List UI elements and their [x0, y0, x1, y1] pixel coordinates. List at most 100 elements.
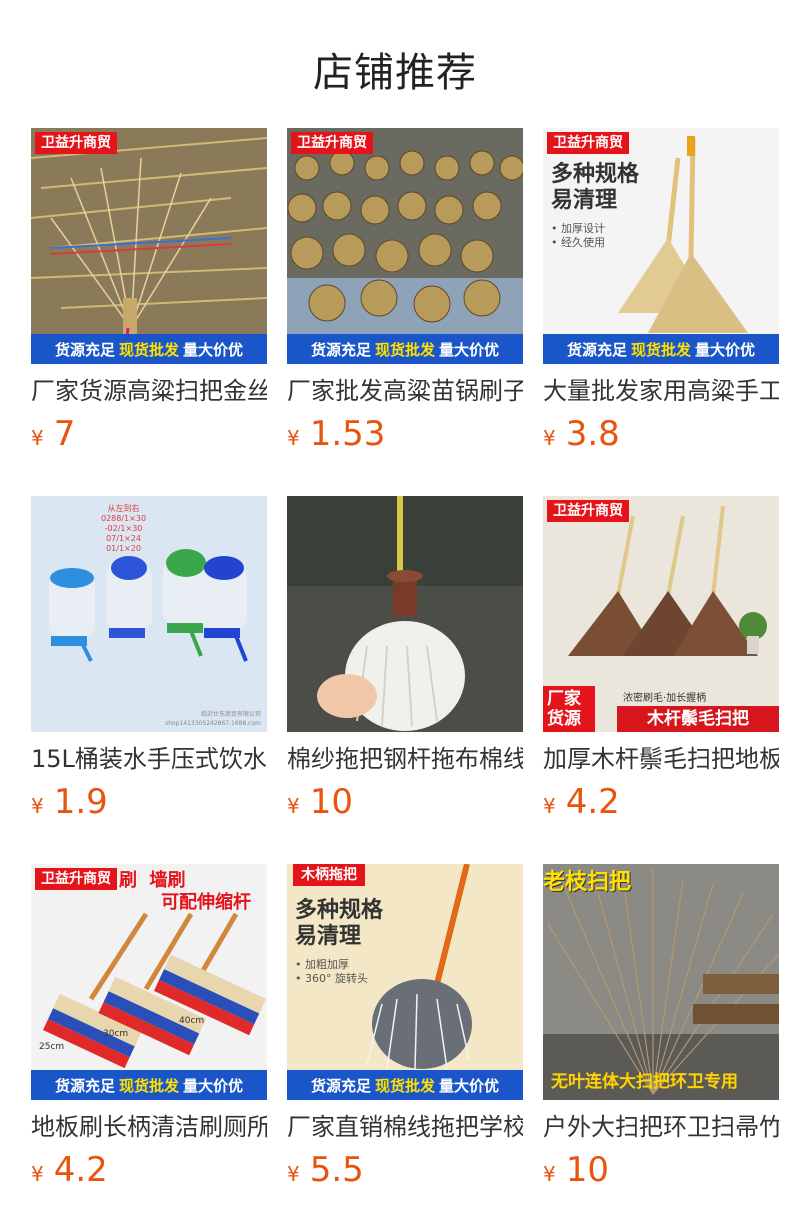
product-title[interactable]: 加厚木杆鬃毛扫把地板	[543, 742, 779, 776]
promo-text: 量大价优	[439, 1076, 500, 1095]
overlay-bullet: • 经久使用	[551, 236, 605, 249]
price-value: 10	[309, 782, 353, 822]
price-value: 4.2	[53, 1150, 108, 1190]
promo-highlight: 现货批发	[374, 340, 435, 359]
header: 店铺推荐	[0, 0, 790, 128]
overlay-headline: 多种规格 易清理	[295, 898, 384, 949]
promo-text: 量大价优	[439, 340, 500, 359]
product-price: ¥ 1.9	[31, 782, 267, 822]
product-image[interactable]: 卫益升商贸 厂家 货源 浓密刷毛·加长握柄 木杆鬃毛扫把	[543, 496, 779, 732]
overlay-caption: 无叶连体大扫把环卫专用	[551, 1072, 738, 1092]
product-title[interactable]: 厂家直销棉线拖把学校	[287, 1110, 523, 1144]
currency-symbol: ¥	[31, 1162, 44, 1186]
product-card[interactable]: 卫益升商贸 厂家 货源 浓密刷毛·加长握柄 木杆鬃毛扫把 加厚木杆鬃毛扫把地板 …	[543, 496, 779, 822]
promo-text: 货源充足	[54, 1076, 115, 1095]
promo-banner: 货源充足 现货批发 量大价优	[543, 334, 779, 364]
product-card[interactable]: 卫益升商贸 刷 墙刷 可配伸缩杆 25cm 30cm 40cm 货源充足 现货批…	[31, 864, 267, 1190]
product-title[interactable]: 厂家货源高粱扫把金丝	[31, 374, 267, 408]
overlay-subtitle: 浓密刷毛·加长握柄	[623, 693, 707, 704]
product-title[interactable]: 厂家批发高粱苗锅刷子	[287, 374, 523, 408]
promo-text: 量大价优	[183, 1076, 244, 1095]
overlay-watermark: 临沂仕东商贸有限公司 shop1413305242867.1688.com	[165, 711, 261, 727]
promo-highlight: 现货批发	[630, 340, 691, 359]
product-price: ¥ 10	[543, 1150, 779, 1190]
product-card[interactable]: 卫益升商贸 货源充足 现货批发 量大价优 厂家批发高粱苗锅刷子 ¥ 1.53	[287, 128, 523, 454]
promo-banner: 货源充足 现货批发 量大价优	[31, 334, 267, 364]
promo-banner: 货源充足 现货批发 量大价优	[31, 1070, 267, 1100]
overlay-model-note: 从左到右 0288/1×30 -02/1×30 07/1×24 01/1×20	[101, 504, 147, 553]
twig-broom-image	[543, 864, 779, 1100]
promo-highlight: 现货批发	[118, 1076, 179, 1095]
product-image[interactable]: 卫益升商贸 货源充足 现货批发 量大价优	[287, 128, 523, 364]
product-price: ¥ 10	[287, 782, 523, 822]
shop-badge: 卫益升商贸	[35, 868, 117, 890]
promo-highlight: 现货批发	[374, 1076, 435, 1095]
currency-symbol: ¥	[287, 794, 300, 818]
promo-banner: 货源充足 现货批发 量大价优	[287, 334, 523, 364]
currency-symbol: ¥	[543, 794, 556, 818]
product-title[interactable]: 地板刷长柄清洁刷厕所	[31, 1110, 267, 1144]
water-pump-image	[31, 496, 267, 732]
product-card[interactable]: 木柄拖把 多种规格 易清理 • 加粗加厚 • 360° 旋转头 货源充足 现货批…	[287, 864, 523, 1190]
product-price: ¥ 7	[31, 414, 267, 454]
price-value: 3.8	[565, 414, 620, 454]
promo-highlight: 现货批发	[118, 340, 179, 359]
overlay-subtitle: 可配伸缩杆	[161, 892, 251, 913]
broom-bundle-image	[31, 128, 267, 364]
shop-badge: 卫益升商贸	[547, 500, 629, 522]
product-price: ¥ 4.2	[31, 1150, 267, 1190]
currency-symbol: ¥	[543, 1162, 556, 1186]
price-value: 5.5	[309, 1150, 364, 1190]
product-price: ¥ 4.2	[543, 782, 779, 822]
cotton-mop-image	[287, 496, 523, 732]
brush-bundles-image	[287, 128, 523, 364]
page-title: 店铺推荐	[313, 50, 477, 96]
product-image[interactable]: 卫益升商贸 刷 墙刷 可配伸缩杆 25cm 30cm 40cm 货源充足 现货批…	[31, 864, 267, 1100]
product-title[interactable]: 大量批发家用高粱手工	[543, 374, 779, 408]
price-value: 1.9	[53, 782, 108, 822]
promo-text: 货源充足	[310, 340, 371, 359]
product-card[interactable]: 从左到右 0288/1×30 -02/1×30 07/1×24 01/1×20 …	[31, 496, 267, 822]
promo-text: 量大价优	[183, 340, 244, 359]
product-title[interactable]: 15L桶装水手压式饮水器	[31, 742, 267, 776]
shop-badge: 卫益升商贸	[547, 132, 629, 154]
overlay-product-name: 木杆鬃毛扫把	[617, 706, 779, 732]
price-value: 7	[53, 414, 76, 454]
promo-text: 量大价优	[695, 340, 756, 359]
product-price: ¥ 3.8	[543, 414, 779, 454]
price-value: 1.53	[309, 414, 386, 454]
product-title[interactable]: 棉纱拖把钢杆拖布棉线	[287, 742, 523, 776]
product-image[interactable]	[287, 496, 523, 732]
product-title[interactable]: 户外大扫把环卫扫帚竹	[543, 1110, 779, 1144]
old-branch-label: 老枝扫把	[543, 870, 632, 895]
product-card[interactable]: 卫益升商贸 货源充足 现货批发 量大价优 厂家货源高粱扫把金丝 ¥ 7	[31, 128, 267, 454]
promo-text: 货源充足	[54, 340, 115, 359]
product-card[interactable]: 卫益升商贸 多种规格 易清理 • 加厚设计 • 经久使用 货源充足 现货批发 量…	[543, 128, 779, 454]
wood-mop-badge: 木柄拖把	[293, 864, 365, 886]
currency-symbol: ¥	[543, 426, 556, 450]
overlay-bullet: • 360° 旋转头	[295, 972, 368, 985]
currency-symbol: ¥	[31, 426, 44, 450]
product-image[interactable]: 卫益升商贸 货源充足 现货批发 量大价优	[31, 128, 267, 364]
promo-text: 货源充足	[310, 1076, 371, 1095]
overlay-headline: 多种规格 易清理	[551, 162, 640, 213]
shop-badge: 卫益升商贸	[35, 132, 117, 154]
currency-symbol: ¥	[287, 426, 300, 450]
product-card[interactable]: 棉纱拖把钢杆拖布棉线 ¥ 10	[287, 496, 523, 822]
promo-text: 货源充足	[566, 340, 627, 359]
product-image[interactable]: 木柄拖把 多种规格 易清理 • 加粗加厚 • 360° 旋转头 货源充足 现货批…	[287, 864, 523, 1100]
product-price: ¥ 1.53	[287, 414, 523, 454]
size-label: 40cm	[179, 1016, 205, 1026]
shop-badge: 卫益升商贸	[291, 132, 373, 154]
price-value: 10	[565, 1150, 609, 1190]
currency-symbol: ¥	[31, 794, 44, 818]
product-card[interactable]: 老枝扫把 无叶连体大扫把环卫专用 户外大扫把环卫扫帚竹 ¥ 10	[543, 864, 779, 1190]
size-label: 25cm	[39, 1042, 65, 1052]
product-image[interactable]: 老枝扫把 无叶连体大扫把环卫专用	[543, 864, 779, 1100]
overlay-factory-label: 厂家 货源	[543, 686, 595, 732]
product-price: ¥ 5.5	[287, 1150, 523, 1190]
product-image[interactable]: 卫益升商贸 多种规格 易清理 • 加厚设计 • 经久使用 货源充足 现货批发 量…	[543, 128, 779, 364]
size-label: 30cm	[103, 1029, 129, 1039]
promo-banner: 货源充足 现货批发 量大价优	[287, 1070, 523, 1100]
product-image[interactable]: 从左到右 0288/1×30 -02/1×30 07/1×24 01/1×20 …	[31, 496, 267, 732]
